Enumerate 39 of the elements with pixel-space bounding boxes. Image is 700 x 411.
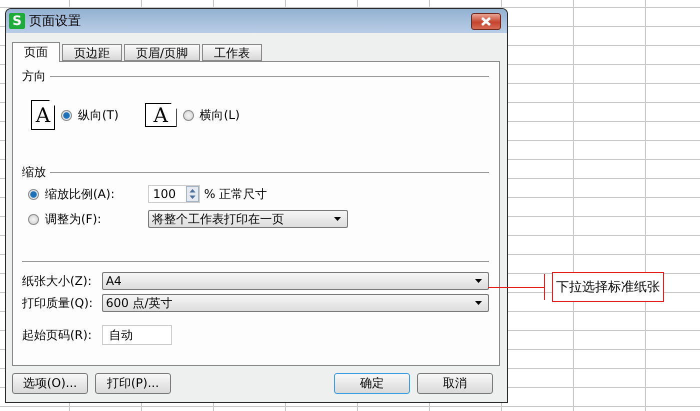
section-title: 方向 [22, 68, 46, 84]
option-label: 调整为(F): [45, 210, 102, 228]
portrait-page-icon: A [31, 100, 55, 130]
radio-button[interactable] [182, 110, 194, 120]
print-quality-dropdown[interactable]: 600 点/英寸 [102, 294, 489, 312]
dropdown-arrow-icon [475, 279, 482, 283]
landscape-page-icon: A [144, 103, 177, 127]
section-title: 缩放 [22, 164, 46, 180]
unit-label: % 正常尺寸 [204, 186, 268, 202]
option-label: 横向(L) [200, 106, 240, 124]
app-icon: S [9, 13, 25, 29]
field-label: 纸张大小(Z): [22, 272, 93, 290]
spin-value: 100 [153, 187, 176, 201]
cancel-button[interactable]: 取消 [417, 373, 493, 394]
window-title: 页面设置 [29, 13, 82, 30]
tab[interactable]: 页边距 [62, 44, 122, 61]
field-label: 起始页码(R): [22, 326, 93, 344]
paper-size-dropdown[interactable]: A4 [102, 272, 489, 290]
field-label: 打印质量(Q): [22, 294, 94, 312]
close-icon [480, 16, 492, 26]
scale-spin-field[interactable]: 100 [148, 185, 200, 203]
tab[interactable]: 页面 [12, 42, 60, 62]
dialog-button[interactable]: 打印(P)... [95, 373, 171, 394]
radio-button[interactable] [28, 214, 39, 224]
radio-button[interactable] [28, 188, 39, 200]
callout-note: 下拉选择标准纸张 [552, 272, 664, 302]
dropdown-arrow-icon [475, 301, 482, 305]
dialog-button[interactable]: 选项(O)... [12, 373, 88, 394]
radio-button[interactable] [61, 110, 72, 120]
ok-button[interactable]: 确定 [334, 373, 410, 394]
close-button[interactable] [471, 12, 501, 30]
spin-arrows-icon [186, 186, 199, 202]
tab[interactable]: 工作表 [202, 44, 262, 61]
tab[interactable]: 页眉/页脚 [124, 44, 200, 61]
dropdown-arrow-icon [334, 217, 341, 221]
start-page-field[interactable]: 自动 [102, 325, 172, 345]
option-label: 纵向(T) [78, 106, 119, 124]
fit-dropdown[interactable]: 将整个工作表打印在一页 [148, 210, 348, 228]
option-label: 缩放比例(A): [45, 186, 116, 202]
